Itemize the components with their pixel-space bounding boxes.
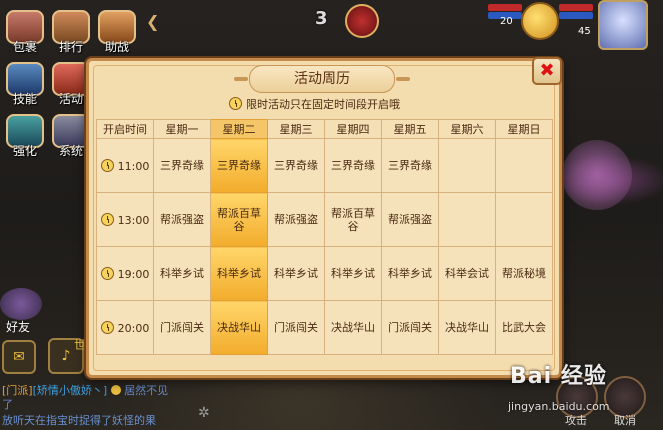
friends-avatar[interactable] (0, 288, 42, 320)
time-cell: 11:00 (96, 138, 154, 193)
clock-icon (100, 320, 114, 334)
event-cell[interactable]: 帮派百草谷 (324, 192, 382, 247)
header-thursday: 星期四 (324, 119, 382, 139)
event-cell[interactable]: 决战华山 (324, 300, 382, 355)
header-open-time: 开启时间 (96, 119, 154, 139)
event-cell[interactable]: 帮派强盗 (153, 192, 211, 247)
event-cell[interactable]: 三界奇缘 (324, 138, 382, 193)
cancel-label: 取消 (614, 414, 636, 427)
bag-label: 包裹 (12, 40, 37, 54)
header-saturday: 星期六 (438, 119, 496, 139)
player-avatar[interactable] (598, 0, 648, 50)
time-cell: 19:00 (96, 246, 154, 301)
enhance-button[interactable]: 强化 (2, 114, 48, 159)
event-cell[interactable]: 三界奇缘 (210, 138, 268, 193)
event-cell[interactable]: 门派闯关 (381, 300, 439, 355)
event-cell[interactable]: 帮派秘境 (495, 246, 553, 301)
event-cell (438, 192, 496, 247)
header-monday: 星期一 (153, 119, 211, 139)
time-cell: 20:00 (96, 300, 154, 355)
assist-label: 助战 (104, 40, 129, 54)
notice-text: 限时活动只在固定时间段开启哦 (229, 97, 400, 113)
close-icon: ✖ (539, 60, 555, 81)
assist-button[interactable]: 助战 (94, 10, 140, 55)
chat-line-2: 了 (2, 398, 13, 411)
event-cell[interactable]: 帮派强盗 (381, 192, 439, 247)
hp-bar-left (488, 4, 522, 11)
skill-button[interactable]: 技能 (2, 62, 48, 107)
player-right-level: 45 (578, 26, 591, 37)
event-cell[interactable]: 帮派百草谷 (210, 192, 268, 247)
clock-icon (100, 158, 114, 172)
chat-bubble-icon[interactable]: ✉ (2, 340, 36, 374)
activity-calendar-dialog: 活动周历 ✖ 限时活动只在固定时间段开启哦 开启时间 星期一 星期二 星期三 星… (86, 57, 562, 378)
mp-bar-right (559, 12, 593, 19)
event-cell[interactable]: 科举乡试 (153, 246, 211, 301)
weekly-schedule-table: 开启时间 星期一 星期二 星期三 星期四 星期五 星期六 星期日 11:00 三… (96, 119, 553, 355)
event-cell[interactable]: 比武大会 (495, 300, 553, 355)
event-cell[interactable]: 科举乡试 (324, 246, 382, 301)
event-cell (495, 138, 553, 193)
friends-label: 好友 (6, 320, 31, 334)
time-cell: 13:00 (96, 192, 154, 247)
event-cell[interactable]: 科举乡试 (381, 246, 439, 301)
close-button[interactable]: ✖ (532, 57, 562, 85)
header-sunday: 星期日 (495, 119, 553, 139)
clock-icon (229, 97, 242, 110)
hp-bar-right (559, 4, 593, 11)
watermark-url: jingyan.baidu.com (508, 400, 610, 413)
emblem-icon[interactable] (345, 4, 379, 38)
baidu-watermark-logo: Bai 经验 (510, 364, 607, 389)
settings-gear-icon[interactable]: ✲ (198, 405, 210, 421)
player-left-level: 20 (500, 16, 513, 27)
event-cell[interactable]: 门派闯关 (267, 300, 325, 355)
emoji-icon (110, 385, 121, 395)
header-friday: 星期五 (381, 119, 439, 139)
bag-button[interactable]: 包裹 (2, 10, 48, 55)
notice-label: 限时活动只在固定时间段开启哦 (246, 98, 400, 111)
table-row: 20:00 门派闯关 决战华山 门派闯关 决战华山 门派闯关 决战华山 比武大会 (96, 300, 553, 355)
chat-line-1: [门派][矫情小傲娇丶] 居然不见 (2, 384, 169, 397)
event-cell[interactable]: 决战华山 (438, 300, 496, 355)
event-cell[interactable]: 门派闯关 (153, 300, 211, 355)
skill-label: 技能 (12, 92, 37, 106)
header-wednesday: 星期三 (267, 119, 325, 139)
voice-channel-label: 世 (74, 338, 87, 352)
table-row: 11:00 三界奇缘 三界奇缘 三界奇缘 三界奇缘 三界奇缘 (96, 138, 553, 193)
character-glow (562, 140, 632, 210)
event-cell[interactable]: 科举乡试 (267, 246, 325, 301)
event-cell[interactable]: 三界奇缘 (153, 138, 211, 193)
event-cell[interactable]: 科举会试 (438, 246, 496, 301)
event-cell[interactable]: 帮派强盗 (267, 192, 325, 247)
clock-icon (100, 212, 114, 226)
event-cell (495, 192, 553, 247)
event-cell (438, 138, 496, 193)
attack-label: 攻击 (565, 414, 587, 427)
table-row: 19:00 科举乡试 科举乡试 科举乡试 科举乡试 科举乡试 科举会试 帮派秘境 (96, 246, 553, 301)
chat-line-3: 放听天在指宝时捉得了妖怪的果 (2, 414, 156, 427)
header-row: 开启时间 星期一 星期二 星期三 星期四 星期五 星期六 星期日 (96, 119, 553, 139)
header-tuesday: 星期二 (210, 119, 268, 139)
event-cell[interactable]: 科举乡试 (210, 246, 268, 301)
ranking-button[interactable]: 排行 (48, 10, 94, 55)
enhance-label: 强化 (12, 144, 37, 158)
event-cell[interactable]: 决战华山 (210, 300, 268, 355)
event-cell[interactable]: 三界奇缘 (381, 138, 439, 193)
pet-avatar[interactable] (521, 2, 559, 40)
collapse-arrow-icon[interactable]: ❮ (146, 12, 159, 31)
counter-text: 3 (315, 8, 328, 29)
table-row: 13:00 帮派强盗 帮派百草谷 帮派强盗 帮派百草谷 帮派强盗 (96, 192, 553, 247)
dialog-title: 活动周历 (234, 65, 410, 93)
clock-icon (100, 266, 114, 280)
ranking-label: 排行 (58, 40, 83, 54)
event-cell[interactable]: 三界奇缘 (267, 138, 325, 193)
